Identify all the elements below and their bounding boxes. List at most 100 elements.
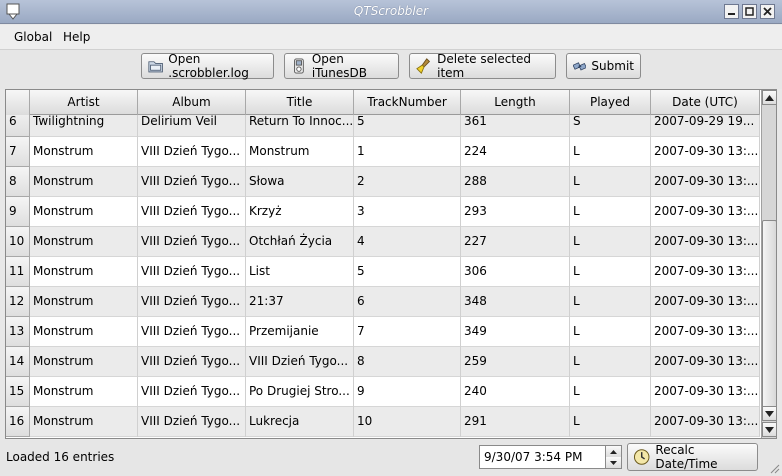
cell-played[interactable]: L (570, 137, 651, 167)
datetime-spin-down[interactable] (605, 457, 621, 468)
scroll-up-button[interactable] (762, 90, 776, 105)
cell-length[interactable]: 227 (461, 227, 570, 257)
table-row[interactable]: 8 Monstrum VIII Dzień Tygo... Słowa 2 288 L 200… (6, 167, 760, 197)
cell-played[interactable]: S (570, 115, 651, 137)
cell-date[interactable]: 2007-09-30 13:... (651, 227, 760, 257)
scroll-down-button[interactable] (762, 406, 776, 421)
cell-played[interactable]: L (570, 377, 651, 407)
table-row[interactable]: 6 Twilightning Delirium Veil Return To Inno… (6, 115, 760, 137)
scroll-down-button-2[interactable] (762, 422, 776, 437)
cell-tracknumber[interactable]: 7 (354, 317, 461, 347)
table-corner-button[interactable] (6, 90, 30, 115)
cell-album[interactable]: VIII Dzień Tygo... (138, 317, 246, 347)
cell-length[interactable]: 348 (461, 287, 570, 317)
row-header[interactable]: 10 (6, 227, 30, 257)
cell-played[interactable]: L (570, 197, 651, 227)
cell-artist[interactable]: Monstrum (30, 227, 138, 257)
cell-title[interactable]: VIII Dzień Tygo... (246, 347, 354, 377)
vertical-scrollbar[interactable] (761, 90, 776, 438)
recalc-datetime-button[interactable]: Recalc Date/Time (627, 443, 758, 471)
cell-title[interactable]: Słowa (246, 167, 354, 197)
table-row[interactable]: 10 Monstrum VIII Dzień Tygo... Otchłań Życi… (6, 227, 760, 257)
cell-album[interactable]: VIII Dzień Tygo... (138, 377, 246, 407)
menu-help[interactable]: Help (63, 30, 90, 44)
row-header[interactable]: 6 (6, 115, 30, 137)
cell-artist[interactable]: Monstrum (30, 347, 138, 377)
cell-played[interactable]: L (570, 167, 651, 197)
cell-tracknumber[interactable]: 3 (354, 197, 461, 227)
cell-length[interactable]: 306 (461, 257, 570, 287)
cell-length[interactable]: 293 (461, 197, 570, 227)
cell-tracknumber[interactable]: 5 (354, 115, 461, 137)
column-header-title[interactable]: Title (246, 90, 354, 115)
table-row[interactable]: 12 Monstrum VIII Dzień Tygo... 21:37 6 348 L 20… (6, 287, 760, 317)
row-header[interactable]: 8 (6, 167, 30, 197)
cell-artist[interactable]: Monstrum (30, 287, 138, 317)
cell-date[interactable]: 2007-09-30 13:... (651, 197, 760, 227)
cell-length[interactable]: 291 (461, 407, 570, 437)
delete-selected-button[interactable]: Delete selected item (409, 52, 556, 80)
menu-global[interactable]: Global (14, 30, 52, 44)
cell-tracknumber[interactable]: 6 (354, 287, 461, 317)
cell-date[interactable]: 2007-09-30 13:... (651, 167, 760, 197)
cell-album[interactable]: VIII Dzień Tygo... (138, 167, 246, 197)
cell-length[interactable]: 349 (461, 317, 570, 347)
cell-artist[interactable]: Monstrum (30, 317, 138, 347)
cell-date[interactable]: 2007-09-30 13:... (651, 347, 760, 377)
cell-album[interactable]: VIII Dzień Tygo... (138, 287, 246, 317)
cell-artist[interactable]: Monstrum (30, 197, 138, 227)
column-header-tracknumber[interactable]: TrackNumber (354, 90, 461, 115)
cell-album[interactable]: VIII Dzień Tygo... (138, 227, 246, 257)
cell-length[interactable]: 288 (461, 167, 570, 197)
row-header[interactable]: 9 (6, 197, 30, 227)
cell-played[interactable]: L (570, 317, 651, 347)
cell-title[interactable]: 21:37 (246, 287, 354, 317)
cell-tracknumber[interactable]: 4 (354, 227, 461, 257)
cell-played[interactable]: L (570, 257, 651, 287)
cell-tracknumber[interactable]: 1 (354, 137, 461, 167)
cell-album[interactable]: VIII Dzień Tygo... (138, 407, 246, 437)
resize-grip-icon[interactable] (768, 462, 780, 474)
cell-played[interactable]: L (570, 227, 651, 257)
cell-title[interactable]: Przemijanie (246, 317, 354, 347)
column-header-date[interactable]: Date (UTC) (651, 90, 760, 115)
cell-artist[interactable]: Monstrum (30, 167, 138, 197)
cell-tracknumber[interactable]: 9 (354, 377, 461, 407)
cell-artist[interactable]: Monstrum (30, 257, 138, 287)
row-header[interactable]: 7 (6, 137, 30, 167)
open-itunesdb-button[interactable]: Open iTunesDB (284, 52, 399, 80)
cell-date[interactable]: 2007-09-30 13:... (651, 287, 760, 317)
table-row[interactable]: 13 Monstrum VIII Dzień Tygo... Przemijanie 7… (6, 317, 760, 347)
cell-artist[interactable]: Monstrum (30, 137, 138, 167)
cell-tracknumber[interactable]: 5 (354, 257, 461, 287)
datetime-editor[interactable]: 9/30/07 3:54 PM (479, 445, 622, 469)
cell-title[interactable]: Otchłań Życia (246, 227, 354, 257)
row-header[interactable]: 13 (6, 317, 30, 347)
table-row[interactable]: 7 Monstrum VIII Dzień Tygo... Monstrum 1 224 L… (6, 137, 760, 167)
cell-title[interactable]: Monstrum (246, 137, 354, 167)
row-header[interactable]: 11 (6, 257, 30, 287)
scrollbar-thumb[interactable] (762, 220, 776, 408)
cell-title[interactable]: Lukrecja (246, 407, 354, 437)
row-header[interactable]: 16 (6, 407, 30, 437)
row-header[interactable]: 14 (6, 347, 30, 377)
cell-tracknumber[interactable]: 2 (354, 167, 461, 197)
table-row[interactable]: 11 Monstrum VIII Dzień Tygo... List 5 306 L 200… (6, 257, 760, 287)
cell-title[interactable]: Krzyż (246, 197, 354, 227)
cell-title[interactable]: List (246, 257, 354, 287)
cell-artist[interactable]: Twilightning (30, 115, 138, 137)
cell-album[interactable]: VIII Dzień Tygo... (138, 197, 246, 227)
cell-album[interactable]: VIII Dzień Tygo... (138, 137, 246, 167)
cell-played[interactable]: L (570, 407, 651, 437)
cell-title[interactable]: Return To Innoc... (246, 115, 354, 137)
close-button[interactable] (760, 4, 775, 19)
cell-length[interactable]: 224 (461, 137, 570, 167)
cell-album[interactable]: VIII Dzień Tygo... (138, 257, 246, 287)
cell-album[interactable]: VIII Dzień Tygo... (138, 347, 246, 377)
column-header-played[interactable]: Played (570, 90, 651, 115)
cell-date[interactable]: 2007-09-30 13:... (651, 317, 760, 347)
cell-tracknumber[interactable]: 8 (354, 347, 461, 377)
submit-button[interactable]: Submit (566, 53, 641, 79)
table-row[interactable]: 15 Monstrum VIII Dzień Tygo... Po Drugiej S… (6, 377, 760, 407)
cell-date[interactable]: 2007-09-30 13:... (651, 377, 760, 407)
